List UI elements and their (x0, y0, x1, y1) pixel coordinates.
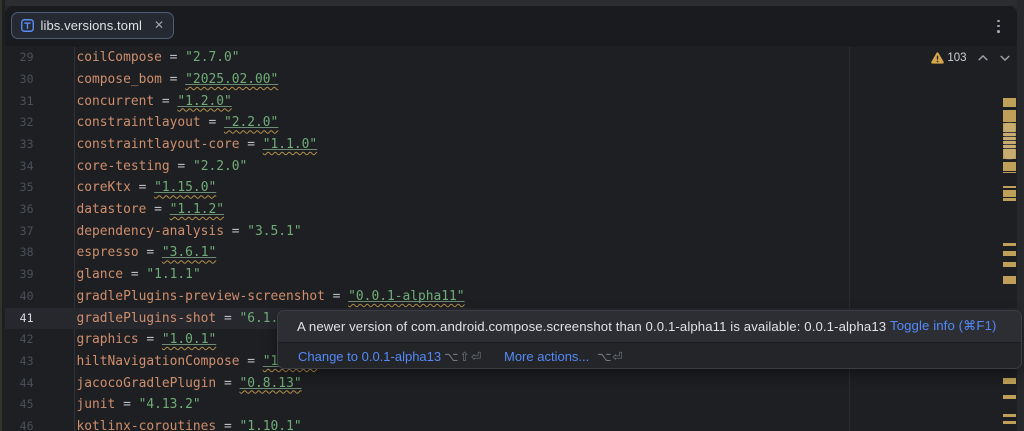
line-number: 37 (19, 223, 34, 238)
stripe-warning-mark[interactable] (1002, 262, 1016, 268)
stripe-warning-mark[interactable] (1002, 189, 1016, 197)
stripe-warning-mark[interactable] (1002, 250, 1016, 256)
line-number: 38 (19, 245, 34, 260)
line-number: 34 (19, 158, 34, 173)
stripe-warning-mark[interactable] (1002, 377, 1016, 384)
code-text: gradlePlugins-shot = "6.1.2" (76, 310, 294, 326)
popup-action-change-version[interactable]: Change to 0.0.1-alpha13 (298, 343, 441, 369)
toggle-info-link[interactable]: Toggle info (⌘F1) (890, 318, 997, 334)
stripe-warning-mark[interactable] (1002, 185, 1016, 189)
stripe-warning-mark[interactable] (1002, 395, 1016, 400)
code-text: jacocoGradlePlugin = "0.8.13" (76, 375, 302, 391)
line-number: 42 (19, 332, 34, 347)
code-line-40[interactable]: 40 gradlePlugins-preview-screenshot = "0.… (5, 286, 1017, 308)
code-text: glance = "1.1.1" (76, 267, 201, 283)
code-line-32[interactable]: 32 constraintlayout = "2.2.0" (5, 112, 1017, 134)
code-line-39[interactable]: 39 glance = "1.1.1" (5, 264, 1017, 286)
code-line-34[interactable]: 34 core-testing = "2.2.0" (5, 156, 1017, 178)
stripe-warning-mark[interactable] (1002, 242, 1016, 246)
inspections-widget[interactable]: 103 (931, 52, 1010, 64)
tab-label: libs.versions.toml (40, 17, 142, 33)
intention-popup: A newer version of com.android.compose.s… (277, 309, 1022, 369)
popup-message: A newer version of com.android.compose.s… (297, 318, 890, 334)
tab-close-icon[interactable]: ✕ (154, 19, 164, 31)
code-text: constraintlayout = "2.2.0" (76, 115, 279, 131)
popup-action-shortcut: ⌥⇧⏎ (444, 348, 483, 364)
code-text: kotlinx-coroutines = "1.10.1" (76, 418, 302, 431)
code-text: espresso = "3.6.1" (76, 245, 217, 261)
code-text: constraintlayout-core = "1.1.0" (76, 137, 318, 153)
code-text: datastore = "1.1.2" (76, 202, 224, 218)
code-line-44[interactable]: 44 jacocoGradlePlugin = "0.8.13" (5, 373, 1017, 395)
code-text: dependency-analysis = "3.5.1" (76, 223, 302, 239)
code-text: compose_bom = "2025.02.00" (76, 71, 279, 87)
line-number: 32 (19, 115, 34, 130)
code-text: coreKtx = "1.15.0" (76, 180, 217, 196)
editor-pane[interactable]: 29 coilCompose = "2.7.0" 30 compose_bom = "… (5, 47, 1017, 431)
code-line-37[interactable]: 37 dependency-analysis = "3.5.1" (5, 221, 1017, 243)
stripe-warning-mark[interactable] (1002, 161, 1016, 171)
code-line-30[interactable]: 30 compose_bom = "2025.02.00" (5, 69, 1017, 91)
code-line-35[interactable]: 35 coreKtx = "1.15.0" (5, 177, 1017, 199)
code-line-46[interactable]: 46 kotlinx-coroutines = "1.10.1" (5, 416, 1017, 431)
window-left-edge (0, 0, 2, 431)
line-number: 39 (19, 267, 34, 282)
line-number: 46 (19, 418, 34, 431)
code-text: coilCompose = "2.7.0" (76, 50, 240, 66)
line-number: 36 (19, 202, 34, 217)
code-line-36[interactable]: 36 datastore = "1.1.2" (5, 199, 1017, 221)
code-line-31[interactable]: 31 concurrent = "1.2.0" (5, 91, 1017, 113)
line-number: 35 (19, 180, 34, 195)
code-text: graphics = "1.0.1" (76, 332, 217, 348)
warning-count: 103 (947, 52, 967, 65)
stripe-warning-mark[interactable] (1002, 420, 1016, 425)
code-line-29[interactable]: 29 coilCompose = "2.7.0" (5, 47, 1017, 69)
code-text: junit = "4.13.2" (76, 397, 201, 413)
popup-message-row: A newer version of com.android.compose.s… (278, 310, 1021, 342)
popup-action-more-actions[interactable]: More actions... (504, 343, 589, 369)
toml-file-icon (20, 18, 34, 32)
code-area: 29 coilCompose = "2.7.0" 30 compose_bom = "… (5, 47, 1017, 431)
kebab-menu-icon[interactable] (991, 19, 1005, 35)
code-text: core-testing = "2.2.0" (76, 158, 248, 174)
code-text: concurrent = "1.2.0" (76, 93, 232, 109)
stripe-warning-mark[interactable] (1002, 97, 1016, 107)
line-number: 30 (19, 71, 34, 86)
error-stripe[interactable] (1002, 47, 1017, 431)
line-number: 33 (19, 137, 34, 152)
code-line-33[interactable]: 33 constraintlayout-core = "1.1.0" (5, 134, 1017, 156)
code-line-38[interactable]: 38 espresso = "3.6.1" (5, 242, 1017, 264)
code-text: gradlePlugins-preview-screenshot = "0.0.… (76, 288, 465, 304)
line-number: 41 (19, 310, 34, 325)
popup-actions-row: Change to 0.0.1-alpha13 ⌥⇧⏎ More actions..… (278, 341, 1021, 369)
line-number: 31 (19, 93, 34, 108)
code-line-45[interactable]: 45 junit = "4.13.2" (5, 394, 1017, 416)
line-number: 43 (19, 353, 34, 368)
stripe-warning-mark[interactable] (1002, 414, 1016, 418)
scrollbar-thumb[interactable] (1004, 121, 1015, 160)
stripe-warning-mark[interactable] (1002, 109, 1016, 122)
stripe-warning-mark[interactable] (1002, 198, 1016, 201)
line-number: 45 (19, 397, 34, 412)
tab-libs-versions-toml[interactable]: libs.versions.toml ✕ (10, 12, 175, 39)
warning-triangle-icon (931, 52, 945, 64)
line-number: 40 (19, 288, 34, 303)
popup-action-shortcut: ⌥⏎ (597, 348, 624, 364)
stripe-warning-mark[interactable] (1002, 171, 1016, 174)
editor-tab-bar: libs.versions.toml ✕ (5, 6, 1017, 46)
stripe-warning-mark[interactable] (1002, 275, 1016, 284)
chevron-up-icon[interactable] (977, 52, 989, 64)
line-number: 44 (19, 375, 34, 390)
line-number: 29 (19, 50, 34, 65)
